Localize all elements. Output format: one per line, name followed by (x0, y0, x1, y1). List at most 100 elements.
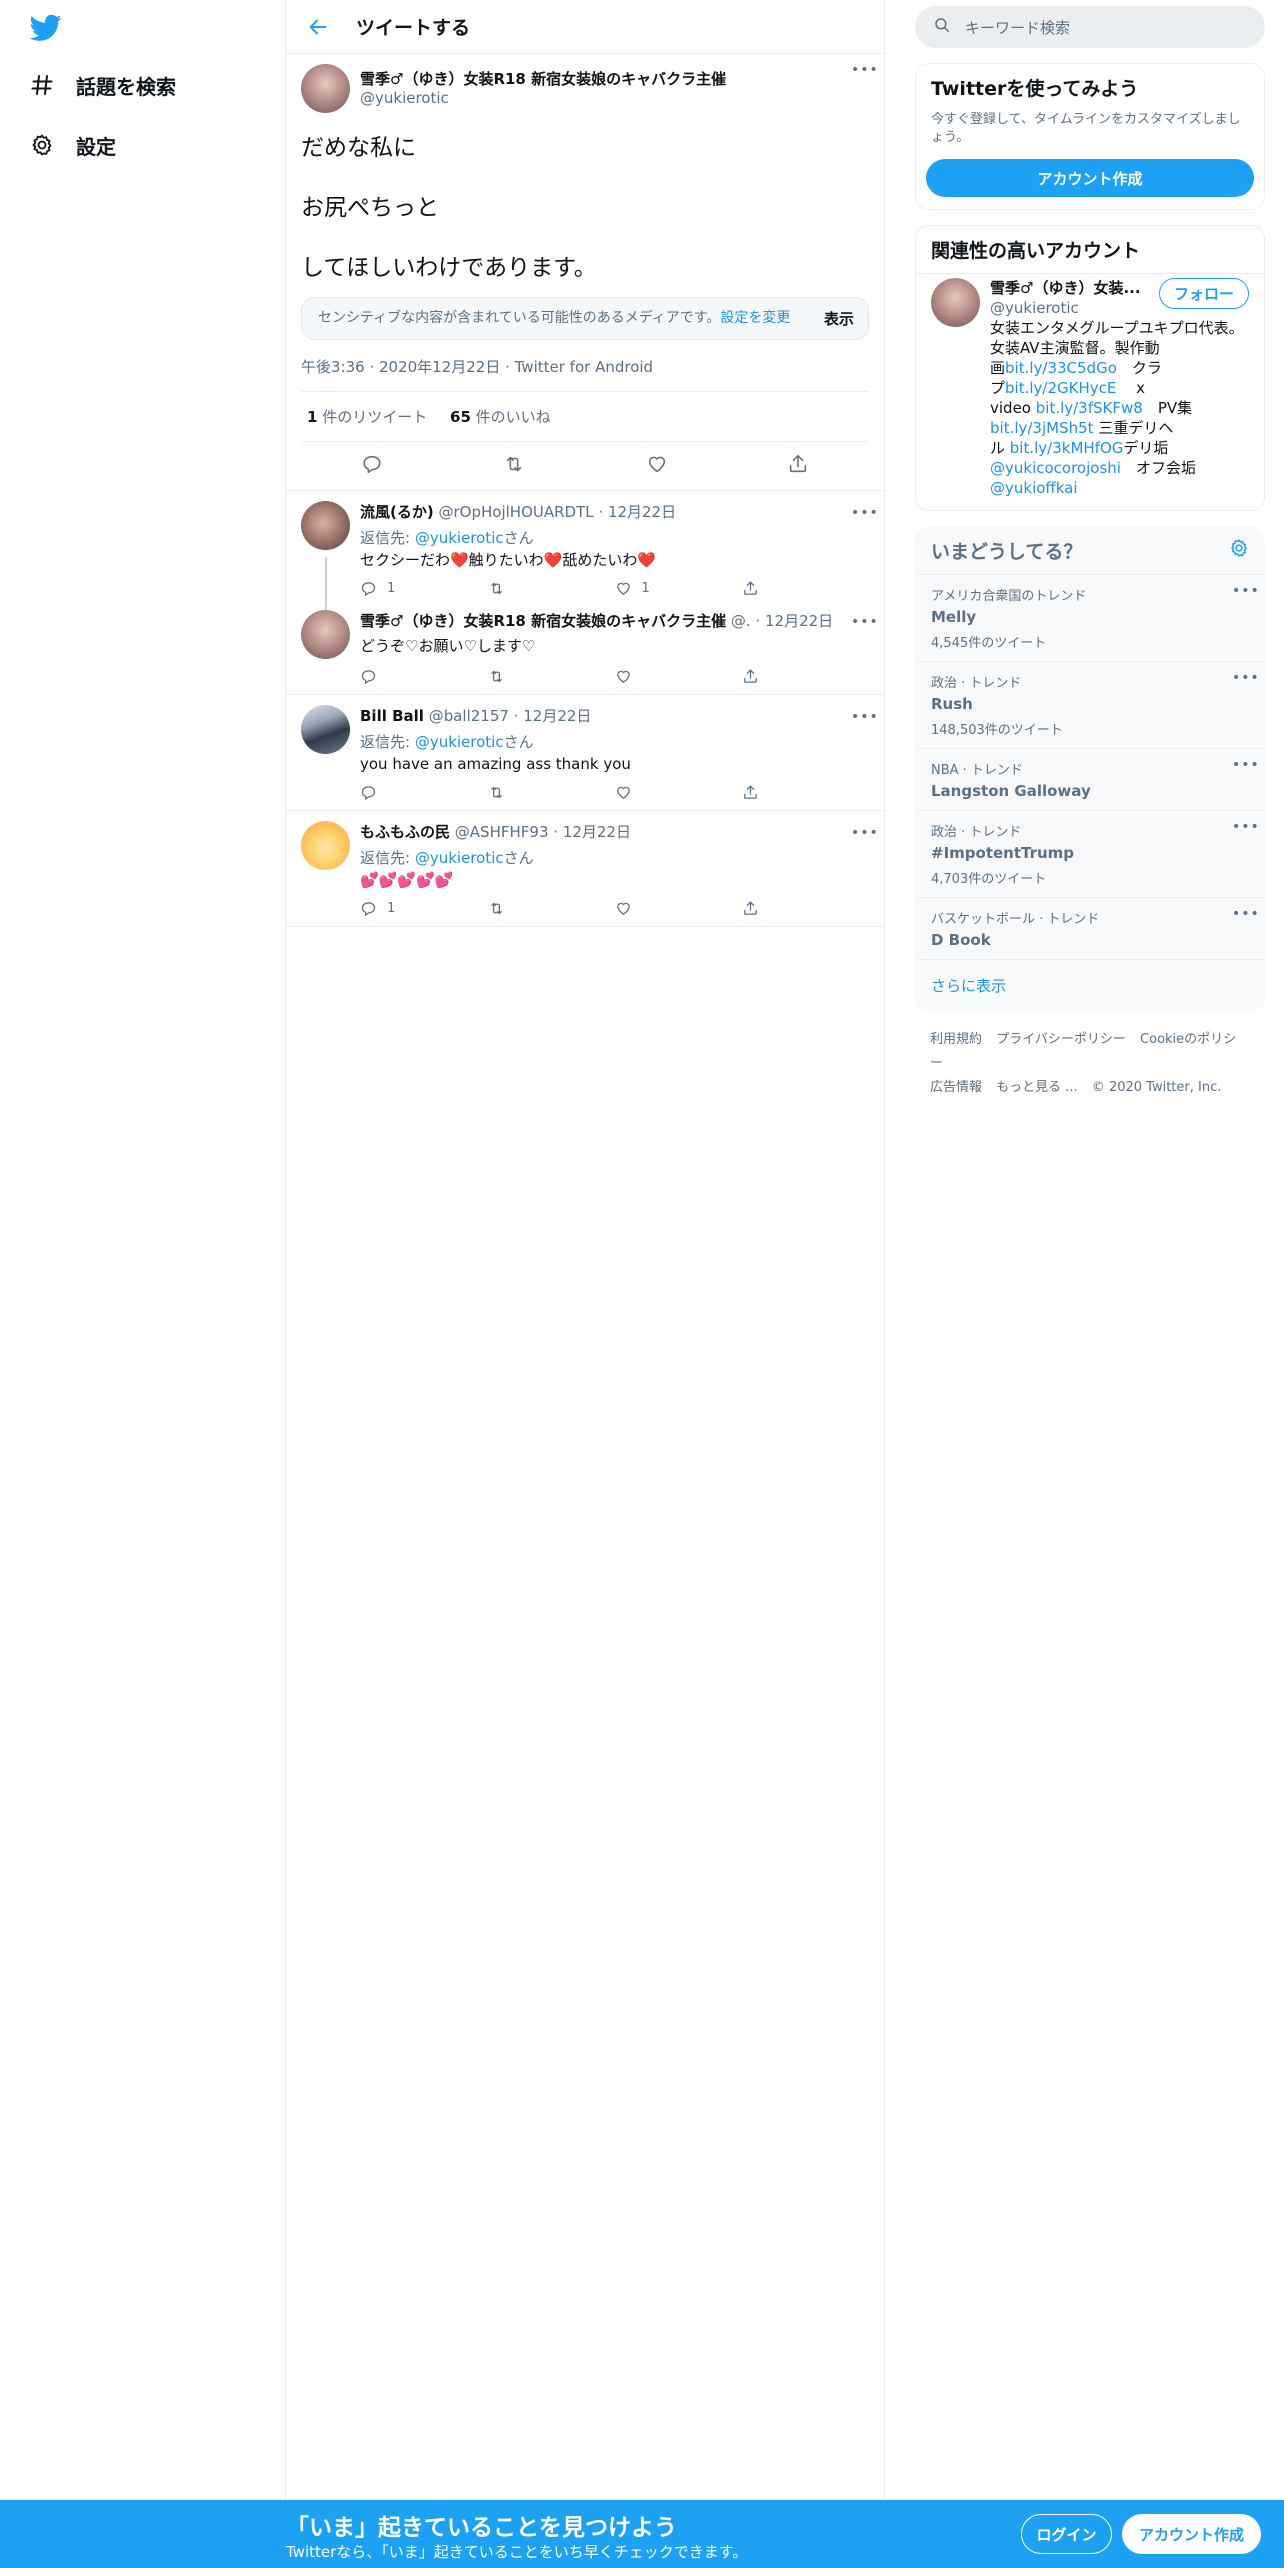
more-options-icon[interactable]: ••• (1232, 907, 1259, 926)
trend-item[interactable]: 政治 · トレンド Rush 148,503件のツイート ••• (916, 661, 1264, 748)
reply-to-handle[interactable]: @yukierotic (415, 733, 504, 751)
bio-link[interactable]: @yukioffkai (990, 479, 1078, 497)
avatar[interactable] (301, 705, 350, 754)
avatar[interactable] (301, 501, 350, 550)
bio-link[interactable]: bit.ly/3fSKFw8 (1036, 399, 1143, 417)
account-handle[interactable]: @yukierotic (990, 298, 1159, 318)
related-account[interactable]: 雪季♂（ゆき）女装... @yukierotic フォロー 女装エンタメグループ… (916, 273, 1264, 510)
reply-tweet[interactable]: 雪季♂（ゆき）女装R18 新宿女装娘のキャバクラ主催 @. · 12月22日 •… (286, 606, 884, 695)
reply-tweet[interactable]: 流風(るか) @rOpHojlHOUARDTL · 12月22日 ••• 返信先… (286, 491, 884, 615)
author-handle[interactable]: @rOpHojlHOUARDTL (439, 503, 594, 521)
share-action[interactable] (742, 784, 869, 801)
more-options-icon[interactable]: ••• (1232, 758, 1259, 777)
reply-action[interactable]: 1 (360, 900, 487, 917)
more-options-icon[interactable]: ••• (1232, 820, 1259, 839)
reply-to-handle[interactable]: @yukierotic (415, 529, 504, 547)
avatar[interactable] (301, 64, 350, 113)
author-handle[interactable]: @ball2157 (429, 707, 509, 725)
more-options-icon[interactable]: ••• (851, 63, 878, 82)
focus-tweet: 雪季♂（ゆき）女装R18 新宿女装娘のキャバクラ主催 @yukierotic •… (286, 54, 884, 491)
like-stat[interactable]: 65 件のいいね (450, 408, 551, 426)
tweet-date[interactable]: · 12月22日 (598, 501, 676, 522)
reply-action[interactable] (360, 784, 487, 801)
create-account-button[interactable]: アカウント作成 (926, 159, 1254, 197)
retweet-action[interactable] (487, 784, 614, 801)
more-options-icon[interactable]: ••• (851, 710, 878, 729)
trend-item[interactable]: NBA · トレンド Langston Galloway ••• (916, 748, 1264, 810)
login-button[interactable]: ログイン (1021, 2514, 1112, 2554)
author-handle[interactable]: @. (731, 612, 751, 630)
reply-action[interactable] (360, 668, 487, 685)
trend-item[interactable]: バスケットボール · トレンド D Book ••• (916, 897, 1264, 959)
avatar[interactable] (301, 610, 350, 659)
more-options-icon[interactable]: ••• (1232, 671, 1259, 690)
more-options-icon[interactable]: ••• (851, 615, 878, 634)
account-name[interactable]: 雪季♂（ゆき）女装... (990, 278, 1159, 298)
reply-tweet[interactable]: Bill Ball @ball2157 · 12月22日 ••• 返信先: @y… (286, 695, 884, 811)
retweet-stat[interactable]: 1 件のリツイート (307, 408, 427, 426)
footer-link[interactable]: 利用規約 (930, 1032, 982, 1047)
reply-action[interactable]: 1 (360, 580, 487, 597)
gear-icon[interactable] (1229, 538, 1249, 563)
nav-settings[interactable]: 設定 (28, 123, 116, 167)
footer-link[interactable]: プライバシーポリシー (996, 1032, 1126, 1047)
like-action[interactable] (615, 668, 742, 685)
author-name[interactable]: もふもふの民 (360, 821, 450, 842)
tweet-date[interactable]: · 12月22日 (553, 821, 631, 842)
footer-link[interactable]: 広告情報 (930, 1080, 982, 1095)
trend-item[interactable]: 政治 · トレンド #ImpotentTrump 4,703件のツイート ••• (916, 810, 1264, 897)
like-icon[interactable] (646, 453, 668, 479)
author-handle[interactable]: @ASHFHF93 (455, 823, 549, 841)
retweet-action[interactable] (487, 900, 614, 917)
tweet-date[interactable]: · 12月22日 (514, 705, 592, 726)
share-action[interactable] (742, 580, 869, 597)
more-options-icon[interactable]: ••• (851, 826, 878, 845)
author-name[interactable]: 雪季♂（ゆき）女装R18 新宿女装娘のキャバクラ主催 (360, 68, 851, 89)
tweet-timestamp[interactable]: 午後3:36 · 2020年12月22日 · Twitter for Andro… (301, 356, 869, 392)
bio-link[interactable]: bit.ly/3kMHfOG (1010, 439, 1124, 457)
share-action[interactable] (742, 668, 869, 685)
back-arrow-icon[interactable] (298, 7, 338, 47)
follow-button[interactable]: フォロー (1158, 278, 1249, 309)
bio-link[interactable]: bit.ly/3jMSh5t (990, 419, 1094, 437)
sensitive-media-text: センシティブな内容が含まれている可能性のあるメディアです。設定を変更 (318, 309, 804, 328)
trend-item[interactable]: アメリカ合衆国のトレンド Melly 4,545件のツイート ••• (916, 574, 1264, 661)
retweet-action[interactable] (487, 580, 614, 597)
show-more-link[interactable]: さらに表示 (916, 959, 1264, 1011)
footer-link[interactable]: もっと見る ... (996, 1080, 1078, 1095)
share-action[interactable] (742, 900, 869, 917)
nav-explore[interactable]: 話題を検索 (28, 63, 176, 107)
twitter-bird-icon[interactable] (29, 14, 62, 42)
tweet-actions (360, 666, 869, 686)
tweet-date[interactable]: · 12月22日 (755, 610, 833, 631)
share-icon[interactable] (787, 453, 809, 479)
author-name[interactable]: 流風(るか) (360, 501, 434, 522)
author-handle[interactable]: @yukierotic (360, 89, 851, 107)
bio-text: 画 (990, 359, 1006, 377)
trend-category: 政治 · トレンド (931, 825, 1022, 840)
author-name[interactable]: Bill Ball (360, 707, 424, 725)
tweet-actions: 1 1 (360, 578, 869, 598)
change-settings-link[interactable]: 設定を変更 (720, 310, 790, 326)
bio-link[interactable]: bit.ly/2GKHycE (1005, 379, 1116, 397)
like-action[interactable] (615, 784, 742, 801)
reply-to-handle[interactable]: @yukierotic (415, 849, 504, 867)
more-options-icon[interactable]: ••• (851, 506, 878, 525)
author-name[interactable]: 雪季♂（ゆき）女装R18 新宿女装娘のキャバクラ主催 (360, 610, 726, 631)
search-box[interactable]: キーワード検索 (915, 6, 1265, 48)
signup-button[interactable]: アカウント作成 (1122, 2514, 1261, 2554)
like-action[interactable] (615, 900, 742, 917)
more-options-icon[interactable]: ••• (1232, 584, 1259, 603)
bio-link[interactable]: bit.ly/33C5dGo (1005, 359, 1117, 377)
show-media-button[interactable]: 表示 (824, 308, 854, 329)
like-action[interactable]: 1 (615, 580, 742, 597)
retweet-action[interactable] (487, 668, 614, 685)
reply-tweet[interactable]: もふもふの民 @ASHFHF93 · 12月22日 ••• 返信先: @yuki… (286, 811, 884, 927)
bio-link[interactable]: @yukicocorojoshi (990, 459, 1121, 477)
avatar[interactable] (931, 278, 980, 327)
trend-category: アメリカ合衆国のトレンド (931, 589, 1087, 604)
reply-icon[interactable] (361, 453, 383, 479)
search-input[interactable]: キーワード検索 (965, 17, 1070, 38)
avatar[interactable] (301, 821, 350, 870)
retweet-icon[interactable] (502, 453, 526, 479)
